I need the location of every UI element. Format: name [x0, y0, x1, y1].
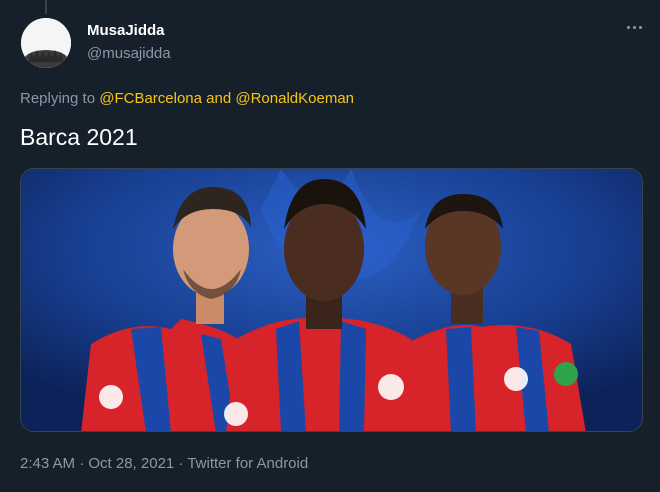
reply-prefix: Replying to [20, 90, 96, 107]
more-dot [627, 26, 630, 29]
mention-link-ronaldkoeman[interactable]: @RonaldKoeman [235, 90, 354, 107]
display-name[interactable]: MusaJidda [87, 22, 165, 39]
thread-connector [45, 0, 47, 14]
avatar[interactable] [21, 18, 71, 68]
reply-and: and [206, 90, 232, 107]
tweet-timestamp[interactable]: 2:43 AM · Oct 28, 2021 · Twitter for And… [20, 455, 308, 472]
more-icon[interactable] [627, 26, 642, 29]
avatar-image [21, 18, 71, 68]
tweet-text: Barca 2021 [20, 124, 138, 150]
mention-link-fcbarcelona[interactable]: @FCBarcelona [99, 90, 202, 107]
more-dot [639, 26, 642, 29]
tweet-photo[interactable] [20, 168, 643, 432]
photo-illustration [21, 169, 642, 431]
replying-to: Replying to @FCBarcelona and @RonaldKoem… [20, 90, 354, 107]
username[interactable]: @musajidda [87, 45, 171, 62]
more-dot [633, 26, 636, 29]
